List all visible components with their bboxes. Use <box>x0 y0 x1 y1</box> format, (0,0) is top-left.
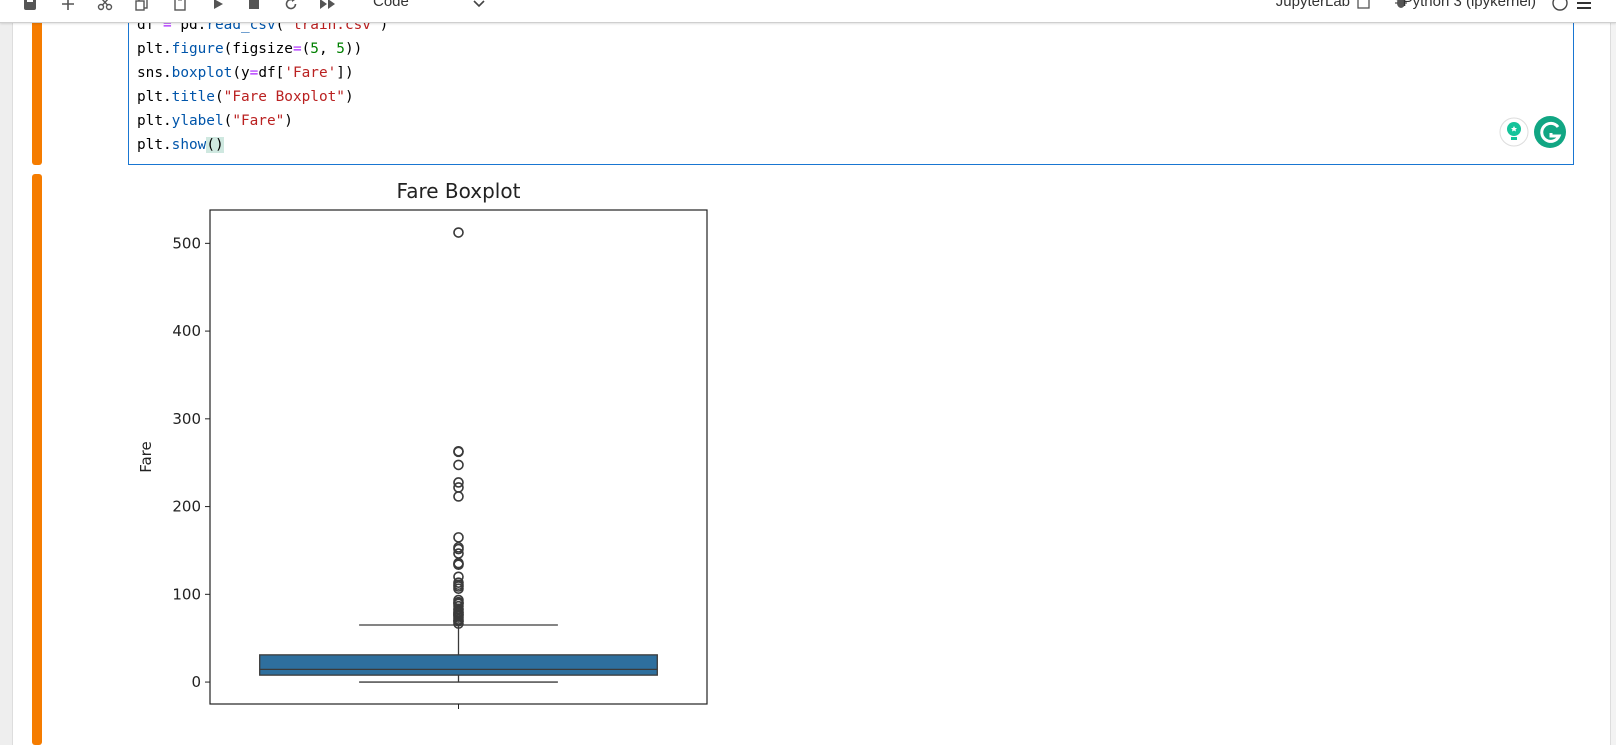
code-token: )) <box>344 41 363 57</box>
y-tick-label: 0 <box>191 673 201 691</box>
code-token: , <box>318 41 337 57</box>
notebook-toolbar: Code JupyterLab Python 3 (ipykernel) <box>0 0 1616 23</box>
code-token: "Fare Boxplot" <box>223 89 345 105</box>
code-token: figure <box>171 41 224 57</box>
right-sidebar-gutter <box>1610 0 1616 745</box>
code-token: 5 <box>310 41 319 57</box>
code-token: ) <box>284 113 293 129</box>
kernel-status-icon <box>1552 0 1568 15</box>
code-token: sns. <box>137 65 172 81</box>
paste-icon[interactable] <box>172 0 188 12</box>
code-token: plt. <box>137 41 172 57</box>
code-token: title <box>171 89 215 105</box>
code-line: plt.title("Fare Boxplot") <box>137 87 354 107</box>
code-token: "Fare" <box>232 113 285 129</box>
stop-icon[interactable] <box>246 0 262 12</box>
code-token: 5 <box>336 41 345 57</box>
code-token: plt. <box>137 137 172 153</box>
chevron-down-icon <box>473 0 485 12</box>
left-sidebar-gutter <box>0 0 13 745</box>
restart-icon[interactable] <box>283 0 299 12</box>
y-tick-label: 400 <box>172 322 201 340</box>
code-token: plt. <box>137 113 172 129</box>
code-line: plt.figure(figsize=(5, 5)) <box>137 39 362 59</box>
run-icon[interactable] <box>210 0 226 12</box>
code-cell-collapser[interactable] <box>32 0 42 165</box>
outlier-point <box>453 532 464 543</box>
code-token: ]) <box>336 65 354 81</box>
add-cell-icon[interactable] <box>60 0 76 12</box>
code-token: ( <box>223 113 233 129</box>
chart-title: Fare Boxplot <box>397 179 521 203</box>
y-tick-label: 500 <box>172 234 201 252</box>
code-token: () <box>206 137 224 153</box>
code-line: plt.show() <box>137 135 224 155</box>
code-token: (figsize <box>223 41 293 57</box>
save-icon[interactable] <box>22 0 38 12</box>
grammarly-icon[interactable] <box>1533 115 1567 153</box>
app-label[interactable]: JupyterLab <box>1276 0 1350 10</box>
code-line: plt.ylabel("Fare") <box>137 111 293 131</box>
code-token: = <box>292 41 302 57</box>
y-tick-label: 100 <box>172 585 201 603</box>
code-token: ylabel <box>171 113 224 129</box>
box <box>259 654 658 676</box>
menu-icon[interactable] <box>1576 0 1592 14</box>
code-line: sns.boxplot(y=df['Fare']) <box>137 63 354 83</box>
code-token: ( <box>301 41 311 57</box>
lightbulb-icon[interactable] <box>1499 117 1529 151</box>
code-token: = <box>249 65 259 81</box>
copy-icon[interactable] <box>134 0 150 12</box>
code-token: 'Fare' <box>284 65 337 81</box>
outlier-point <box>453 227 464 238</box>
outlier-point <box>453 459 464 471</box>
code-token: boxplot <box>171 65 233 81</box>
y-axis-label: Fare <box>137 441 155 473</box>
window-icon[interactable] <box>1357 0 1370 13</box>
code-token: ) <box>344 89 354 105</box>
y-tick-label: 300 <box>172 410 201 428</box>
code-token: show <box>171 137 207 153</box>
output-cell-collapser[interactable] <box>32 174 42 745</box>
code-token: plt. <box>137 89 172 105</box>
cell-type-select[interactable]: Code <box>373 0 485 13</box>
grammarly-widget <box>1499 115 1569 153</box>
code-token: df[ <box>258 65 285 81</box>
cell-type-label: Code <box>373 0 409 10</box>
code-token: (y <box>232 65 250 81</box>
code-editor[interactable]: df = pd.read_csv("train.csv") plt.figure(… <box>128 14 1574 165</box>
kernel-name[interactable]: Python 3 (ipykernel) <box>1403 0 1536 10</box>
boxplot-chart: Fare Boxplot Fare 0 100 200 300 400 500 <box>137 179 708 709</box>
y-tick-label: 200 <box>172 498 201 516</box>
fast-forward-icon[interactable] <box>318 0 338 12</box>
code-token: ( <box>214 89 224 105</box>
outlier-point <box>453 491 464 502</box>
outlier-point <box>453 446 464 458</box>
cut-icon[interactable] <box>96 0 114 12</box>
